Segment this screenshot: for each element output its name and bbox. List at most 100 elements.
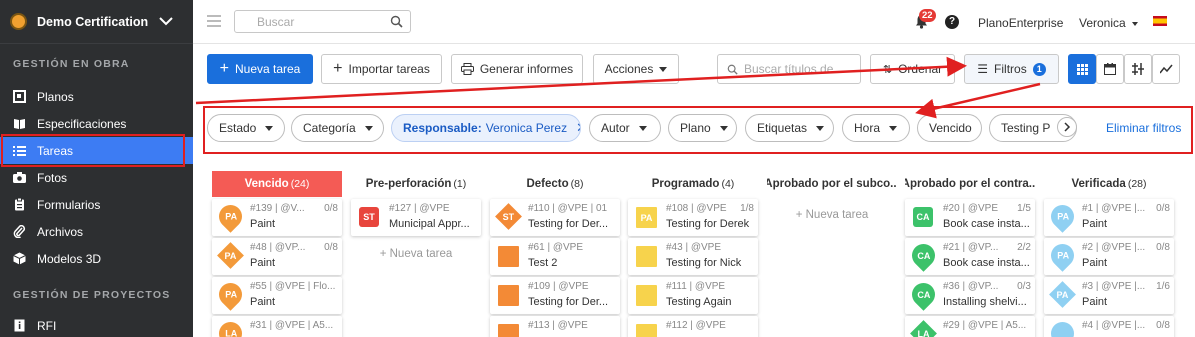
checklist-progress: 0/3 <box>1015 281 1031 292</box>
column-header: Pre-perforación (1) <box>351 171 481 197</box>
task-title: Testing for Nick <box>666 257 742 269</box>
task-avatar-icon: LA <box>214 317 247 337</box>
task-avatar-icon: PA <box>1049 281 1076 308</box>
task-card[interactable]: PA #1 | @VPE |... 0/8 Paint <box>1044 199 1174 236</box>
task-avatar-icon: CA <box>907 278 940 311</box>
task-card[interactable]: CA #20 | @VPE 1/5 Book case insta... <box>905 199 1035 236</box>
task-avatar-icon: CA <box>907 239 940 272</box>
task-meta: #127 | @VPE <box>389 203 477 214</box>
task-avatar-icon <box>636 285 657 306</box>
avatar-initials: PA <box>224 250 237 261</box>
task-card[interactable]: PA #48 | @VP... 0/8 Paint <box>212 238 342 275</box>
checklist-progress: 2/2 <box>1015 242 1031 253</box>
checklist-progress: 0/8 <box>322 203 338 214</box>
task-card[interactable]: #113 | @VPE <box>490 316 620 337</box>
avatar-initials: LA <box>224 328 237 337</box>
column-count: (28) <box>1127 178 1147 190</box>
task-avatar-icon: PA <box>217 242 244 269</box>
avatar-initials: CA <box>917 250 930 261</box>
task-title: Test 2 <box>528 257 558 269</box>
task-avatar-icon <box>1046 317 1079 337</box>
task-card[interactable]: ST #110 | @VPE | 01 Testing for Der... <box>490 199 620 236</box>
task-meta: #20 | @VPE 1/5 <box>943 203 1031 214</box>
column-count: (1) <box>453 178 467 190</box>
task-card[interactable]: PA #3 | @VPE |... 1/6 Paint <box>1044 277 1174 314</box>
task-card[interactable]: PA #55 | @VPE | Flo... Paint <box>212 277 342 314</box>
task-card[interactable]: CA #36 | @VP... 0/3 Installing shelvi... <box>905 277 1035 314</box>
task-meta: #1 | @VPE |... 0/8 <box>1082 203 1170 214</box>
task-meta: #21 | @VP... 2/2 <box>943 242 1031 253</box>
task-meta: #3 | @VPE |... 1/6 <box>1082 281 1170 292</box>
task-title: Book case insta... <box>943 218 1030 230</box>
task-reference: #108 | @VPE <box>666 203 727 214</box>
task-card[interactable]: #109 | @VPE Testing for Der... <box>490 277 620 314</box>
add-task-link[interactable]: + Nueva tarea <box>351 248 481 260</box>
task-card[interactable]: #4 | @VPE |... 0/8 <box>1044 316 1174 337</box>
board-column: Vencido (24) PA #139 | @V... 0/8 Paint PA #48 |… <box>212 171 342 337</box>
column-header: Verificada (28) <box>1044 171 1174 197</box>
task-card[interactable]: #61 | @VPE Test 2 <box>490 238 620 275</box>
checklist-progress: 1/6 <box>1154 281 1170 292</box>
task-reference: #48 | @VP... <box>250 242 306 253</box>
avatar-initials: ST <box>363 212 375 222</box>
task-meta: #111 | @VPE <box>666 281 754 292</box>
task-avatar-icon: PA <box>214 278 247 311</box>
avatar-initials: PA <box>1056 250 1069 261</box>
task-reference: #109 | @VPE <box>528 281 589 292</box>
column-title: Programado <box>651 178 720 190</box>
avatar-initials: CA <box>916 212 930 222</box>
task-meta: #29 | @VPE | A5... <box>943 320 1031 331</box>
task-meta: #4 | @VPE |... 0/8 <box>1082 320 1170 331</box>
checklist-progress: 1/8 <box>738 203 754 214</box>
task-card[interactable]: LA #31 | @VPE | A5... <box>212 316 342 337</box>
task-title: Testing for Der... <box>528 218 609 230</box>
checklist-progress: 1/5 <box>1015 203 1031 214</box>
task-avatar-icon <box>498 285 519 306</box>
task-meta: #112 | @VPE <box>666 320 754 331</box>
task-avatar-icon: PA <box>636 207 657 228</box>
avatar-initials: CA <box>917 289 930 300</box>
avatar-initials: LA <box>917 328 930 337</box>
task-title: Paint <box>1082 257 1108 269</box>
column-header: Defecto (8) <box>490 171 620 197</box>
board-column: Aprobado por el contra... CA #20 | @VPE 1/5… <box>905 171 1035 337</box>
task-card[interactable]: PA #139 | @V... 0/8 Paint <box>212 199 342 236</box>
task-meta: #110 | @VPE | 01 <box>528 203 616 214</box>
task-avatar-icon: LA <box>910 320 937 337</box>
task-avatar-icon: ST <box>359 207 379 227</box>
task-card[interactable]: PA #2 | @VPE |... 0/8 Paint <box>1044 238 1174 275</box>
task-title: Paint <box>1082 296 1108 308</box>
task-reference: #113 | @VPE <box>528 320 588 331</box>
column-title: Aprobado por el contra... <box>905 178 1035 190</box>
avatar-initials: PA <box>640 212 653 223</box>
task-avatar-icon: ST <box>495 203 522 230</box>
task-card[interactable]: PA #108 | @VPE 1/8 Testing for Derek <box>628 199 758 236</box>
task-meta: #48 | @VP... 0/8 <box>250 242 338 253</box>
task-meta: #109 | @VPE <box>528 281 616 292</box>
board-column: Verificada (28) PA #1 | @VPE |... 0/8 Paint PA… <box>1044 171 1174 337</box>
avatar-initials: PA <box>224 211 237 222</box>
column-header: Vencido (24) <box>212 171 342 197</box>
task-card[interactable]: #112 | @VPE <box>628 316 758 337</box>
task-card[interactable]: #43 | @VPE Testing for Nick <box>628 238 758 275</box>
column-count: (8) <box>570 178 584 190</box>
task-card[interactable]: CA #21 | @VP... 2/2 Book case insta... <box>905 238 1035 275</box>
task-reference: #43 | @VPE <box>666 242 721 253</box>
avatar-initials: PA <box>1056 289 1069 300</box>
task-card[interactable]: #111 | @VPE Testing Again <box>628 277 758 314</box>
task-reference: #1 | @VPE |... <box>1082 203 1146 214</box>
task-reference: #29 | @VPE | A5... <box>943 320 1027 331</box>
task-reference: #110 | @VPE | 01 <box>528 203 608 214</box>
column-header: Programado (4) <box>628 171 758 197</box>
task-card[interactable]: ST #127 | @VPE Municipal Appr... <box>351 199 481 236</box>
task-card[interactable]: LA #29 | @VPE | A5... <box>905 316 1035 337</box>
task-reference: #2 | @VPE |... <box>1082 242 1146 253</box>
annotation-arrow-to-chips <box>915 82 1041 119</box>
task-reference: #61 | @VPE <box>528 242 583 253</box>
annotation-arrow-to-filters <box>195 56 967 105</box>
add-task-link[interactable]: + Nueva tarea <box>767 209 897 221</box>
task-avatar-icon: PA <box>1046 239 1079 272</box>
task-avatar-icon <box>498 246 519 267</box>
column-title: Pre-perforación <box>365 178 452 190</box>
task-reference: #139 | @V... <box>250 203 305 214</box>
